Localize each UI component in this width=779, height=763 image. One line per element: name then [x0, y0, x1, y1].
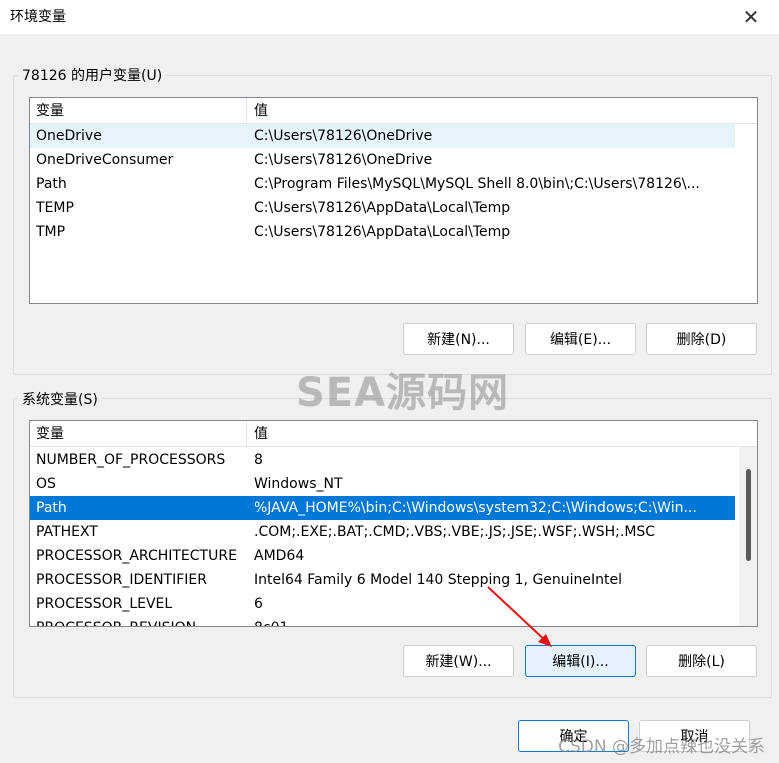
- watermark-center: SEA源码网: [296, 370, 510, 416]
- watermark-corner: CSDN @多加点辣也没关系: [558, 737, 765, 757]
